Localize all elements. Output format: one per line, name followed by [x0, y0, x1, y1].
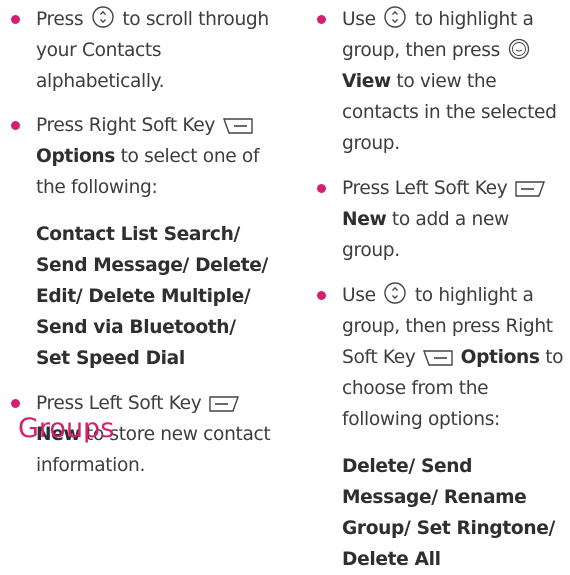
right-soft-key-icon: [423, 350, 453, 366]
left-column: Press to scroll through your Contacts al…: [10, 0, 272, 481]
right-column: Use to highlight a group, then press Vie…: [316, 0, 566, 575]
bullet-options: Press Right Soft Key Options to select o…: [10, 110, 272, 203]
bullet-new-group: Press Left Soft Key New to add a new gro…: [316, 173, 566, 266]
bullet-dot: [317, 291, 326, 300]
nav-key-icon: [384, 6, 406, 28]
text: Press Left Soft Key: [342, 178, 508, 199]
text-strong: Options: [460, 347, 540, 368]
text: Press Left Soft Key: [36, 393, 202, 414]
bullet-scroll-contacts: Press to scroll through your Contacts al…: [10, 4, 272, 97]
text-strong: Options: [36, 146, 116, 167]
group-options-list: Delete/ Send Message/ Rename Group/ Set …: [342, 456, 555, 570]
right-soft-key-icon: [222, 118, 253, 134]
left-soft-key-icon: [209, 396, 239, 412]
text-strong: View: [342, 71, 391, 92]
left-soft-key-icon: [515, 181, 545, 197]
bullet-dot: [11, 399, 20, 408]
text: Use: [342, 9, 376, 30]
bullet-view-group: Use to highlight a group, then press Vie…: [316, 4, 566, 159]
nav-key-icon: [92, 6, 114, 28]
ok-menu-key-icon: [508, 38, 529, 60]
options-list: Contact List Search/ Send Message/ Delet…: [36, 224, 268, 369]
bullet-dot: [11, 121, 20, 130]
section-heading: Groups: [18, 413, 115, 444]
text: Press: [36, 9, 84, 30]
bullet-dot: [317, 15, 326, 24]
bullet-group-options: Use to highlight a group, then press Rig…: [316, 280, 566, 435]
text: Press Right Soft Key: [36, 115, 216, 136]
text: Use: [342, 285, 376, 306]
bullet-dot: [11, 15, 20, 24]
nav-key-icon: [384, 282, 406, 304]
text-strong: New: [342, 209, 387, 230]
bullet-dot: [317, 184, 326, 193]
